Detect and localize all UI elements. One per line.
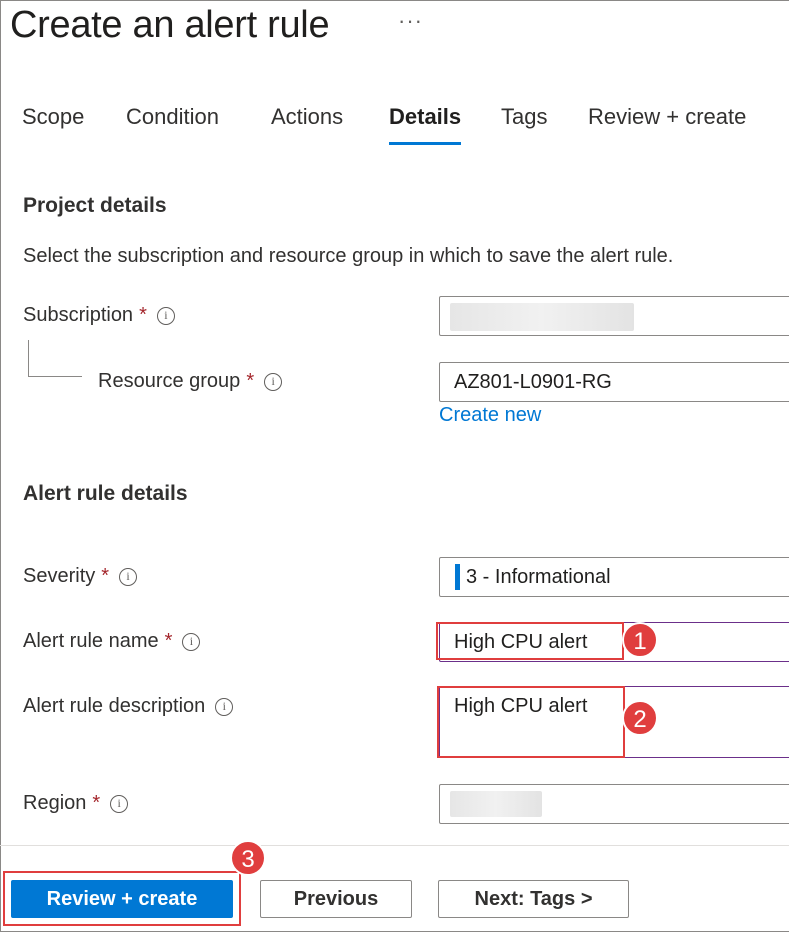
page-title: Create an alert rule <box>10 4 330 46</box>
callout-highlight-description <box>437 686 625 758</box>
tab-actions[interactable]: Actions <box>271 104 343 130</box>
callout-highlight-name <box>436 622 624 660</box>
tab-condition[interactable]: Condition <box>126 104 219 130</box>
severity-label: Severity * i <box>23 565 138 588</box>
callout-badge-3: 3 <box>230 840 266 876</box>
project-details-description: Select the subscription and resource gro… <box>23 245 674 267</box>
tab-bar: Scope Condition Actions Details Tags Rev… <box>0 100 789 146</box>
alert-rule-description-label: Alert rule description i <box>23 695 234 718</box>
info-icon[interactable]: i <box>156 307 175 325</box>
resource-group-value: AZ801-L0901-RG <box>454 371 612 393</box>
tab-details[interactable]: Details <box>389 104 461 130</box>
alert-rule-name-label: Alert rule name * i <box>23 630 201 653</box>
callout-badge-1: 1 <box>622 622 658 658</box>
required-marker: * <box>164 630 173 652</box>
region-dropdown[interactable] <box>439 784 789 824</box>
redacted-subscription-value <box>450 303 634 331</box>
active-tab-indicator <box>389 142 461 145</box>
info-icon[interactable]: i <box>110 795 129 813</box>
alert-rule-details-heading: Alert rule details <box>23 482 188 505</box>
required-marker: * <box>101 565 110 587</box>
tree-connector-vertical <box>28 340 29 376</box>
project-details-heading: Project details <box>23 194 167 217</box>
info-icon[interactable]: i <box>119 568 138 586</box>
severity-indicator-bar <box>455 564 460 590</box>
more-options-icon[interactable]: ··· <box>398 8 423 34</box>
tab-scope[interactable]: Scope <box>22 104 84 130</box>
subscription-label: Subscription * i <box>23 304 175 327</box>
severity-value: 3 - Informational <box>466 566 611 588</box>
subscription-dropdown[interactable] <box>439 296 789 336</box>
tab-review-create[interactable]: Review + create <box>588 104 746 130</box>
footer-divider <box>0 845 789 846</box>
info-icon[interactable]: i <box>264 373 283 391</box>
tab-tags[interactable]: Tags <box>501 104 547 130</box>
required-marker: * <box>139 304 147 326</box>
next-tags-button[interactable]: Next: Tags > <box>438 880 629 918</box>
redacted-region-value <box>450 791 542 817</box>
info-icon[interactable]: i <box>215 698 234 716</box>
required-marker: * <box>246 370 255 392</box>
create-new-link[interactable]: Create new <box>439 404 541 427</box>
callout-badge-2: 2 <box>622 700 658 736</box>
region-label: Region * i <box>23 792 129 815</box>
previous-button[interactable]: Previous <box>260 880 412 918</box>
tree-connector-horizontal <box>28 376 82 377</box>
info-icon[interactable]: i <box>182 633 201 651</box>
resource-group-dropdown[interactable]: AZ801-L0901-RG <box>439 362 789 402</box>
severity-dropdown[interactable]: 3 - Informational <box>439 557 789 597</box>
required-marker: * <box>92 792 101 814</box>
resource-group-label: Resource group * i <box>98 370 283 393</box>
review-create-button[interactable]: Review + create <box>11 880 233 918</box>
